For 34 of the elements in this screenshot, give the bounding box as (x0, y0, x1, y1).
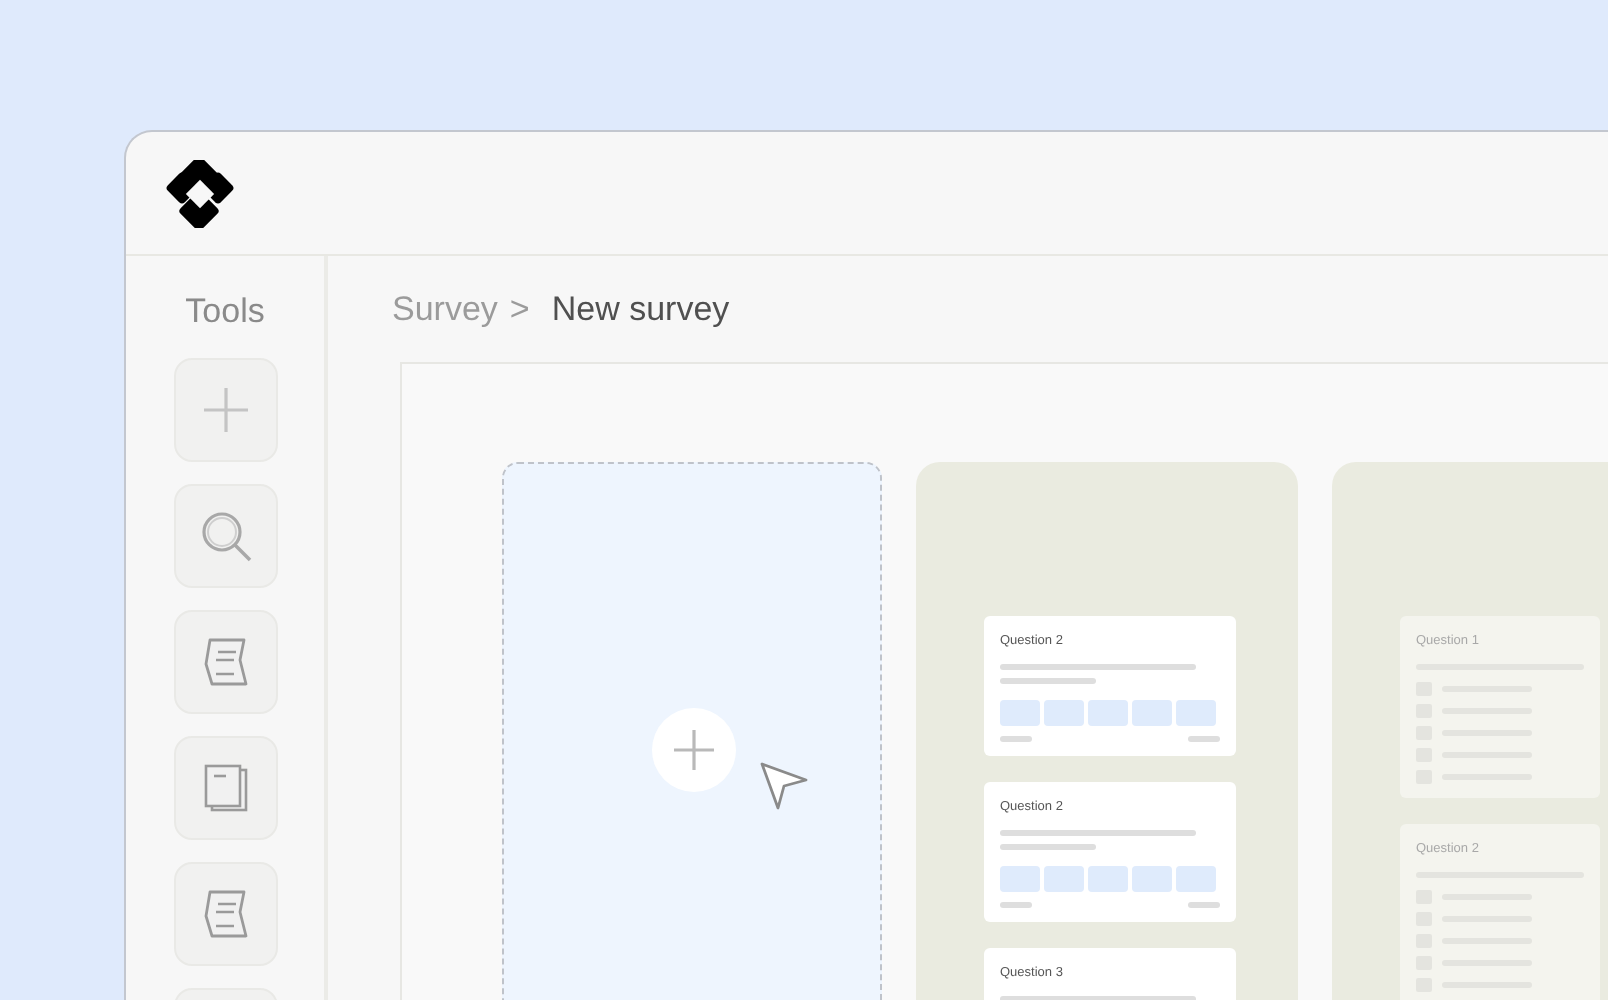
tool-button[interactable] (173, 358, 277, 462)
scale-option (1132, 700, 1172, 726)
pages-icon (201, 764, 249, 812)
tool-button[interactable] (173, 736, 277, 840)
tool-button[interactable] (173, 484, 277, 588)
tool-button[interactable] (173, 862, 277, 966)
plus-icon (199, 384, 251, 436)
sidebar-title: Tools (185, 292, 265, 332)
cursor-icon (758, 760, 810, 812)
text-line (1188, 902, 1220, 908)
text-line (1000, 902, 1032, 908)
plus-icon (672, 728, 716, 772)
page-title: New survey (551, 290, 730, 330)
scale-option (1000, 866, 1040, 892)
text-line (1000, 736, 1032, 742)
scale-option (1044, 700, 1084, 726)
scale-option (1176, 700, 1216, 726)
scale-option (1176, 866, 1216, 892)
text-line (1000, 678, 1096, 684)
scale-option (1088, 866, 1128, 892)
breadcrumb-separator: > (509, 290, 530, 330)
note-icon (201, 636, 249, 688)
scale-option (1088, 700, 1128, 726)
drop-zone[interactable] (502, 462, 882, 1000)
scale-option (1132, 866, 1172, 892)
scale-option (1044, 866, 1084, 892)
tool-button[interactable] (173, 610, 277, 714)
search-icon (199, 510, 251, 562)
text-line (1000, 844, 1096, 850)
logo-icon (166, 159, 234, 227)
text-line (1188, 736, 1220, 742)
note-icon (201, 888, 249, 940)
scale-option (1000, 700, 1040, 726)
add-button[interactable] (652, 708, 736, 792)
